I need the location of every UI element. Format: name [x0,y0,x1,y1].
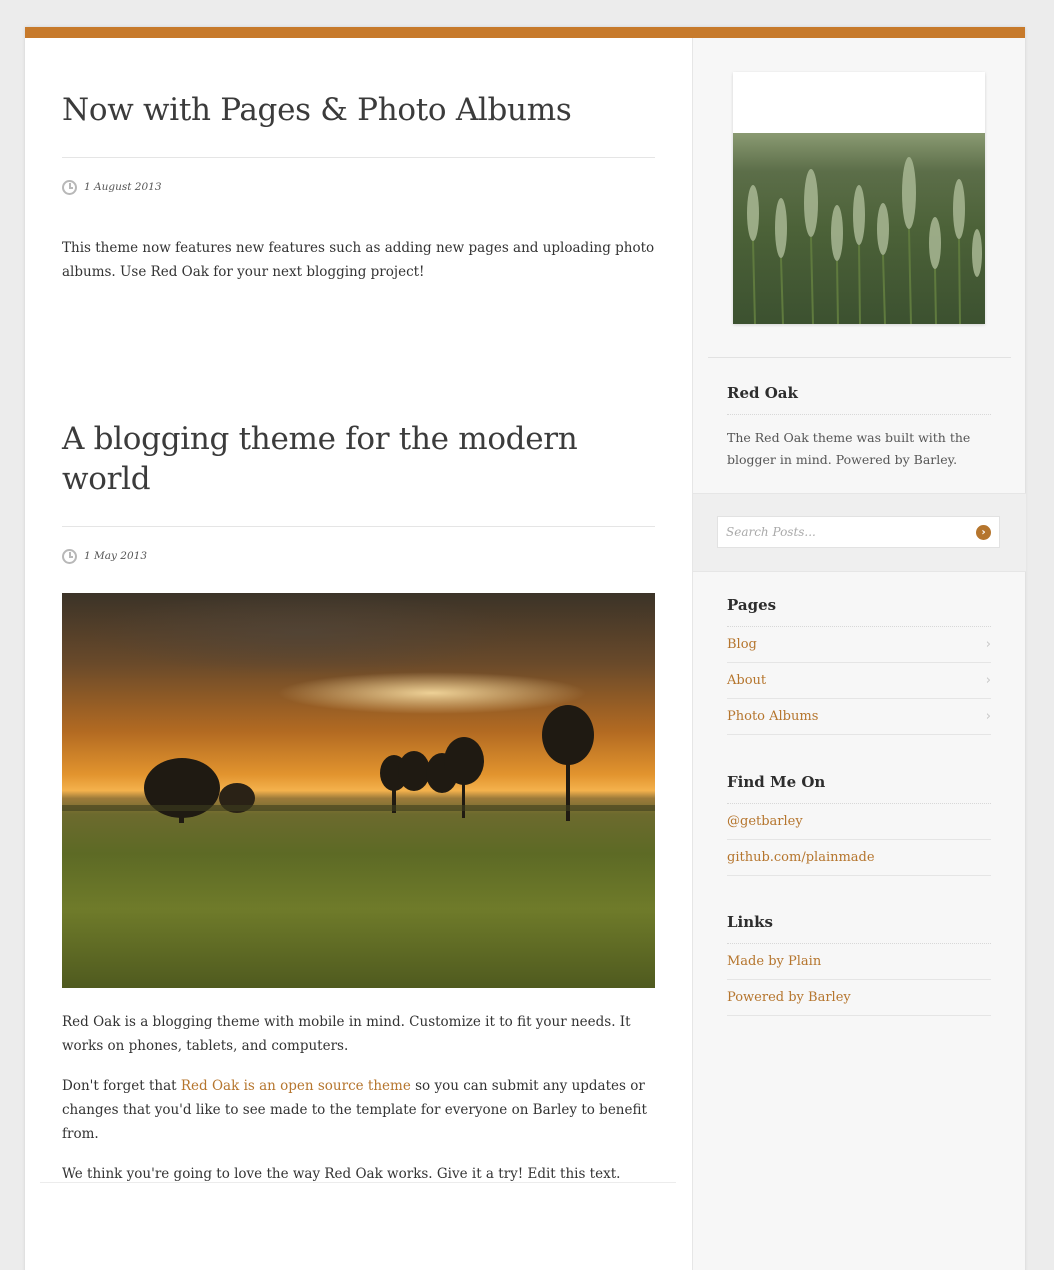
social-link-github[interactable]: github.com/plainmade [727,840,991,876]
post-paragraph: This theme now features new features suc… [62,240,655,280]
arrow-circle-icon[interactable]: › [976,524,991,540]
search-input[interactable]: Search Posts... › [717,516,1000,548]
post-meta: 1 May 2013 [62,547,655,565]
main-content: Now with Pages & Photo Albums 1 August 2… [25,38,692,1270]
divider [62,157,655,158]
sidebar-profile-image [733,72,985,324]
divider [40,1182,676,1183]
search-placeholder: Search Posts... [726,525,816,539]
widget-title: Find Me On [727,773,991,804]
page-link-about[interactable]: About › [727,663,991,699]
widget-title: Links [727,913,991,944]
pages-widget: Pages Blog › About › Photo Albums › [727,596,991,735]
page-frame: Now with Pages & Photo Albums 1 August 2… [25,27,1026,1270]
blog-post: Now with Pages & Photo Albums 1 August 2… [62,90,655,284]
link-label: github.com/plainmade [727,850,875,865]
link-label: Photo Albums [727,709,819,724]
text: Don't forget that [62,1078,181,1094]
sidebar: Red Oak The Red Oak theme was built with… [692,38,1026,1270]
search-area: Search Posts... › [693,493,1026,572]
links-widget: Links Made by Plain Powered by Barley [727,913,991,1016]
post-paragraph: Don't forget that Red Oak is an open sou… [62,1074,655,1146]
post-date: 1 May 2013 [84,550,148,562]
open-source-link[interactable]: Red Oak is an open source theme [181,1078,411,1094]
post-hero-image [62,593,655,988]
about-widget: Red Oak The Red Oak theme was built with… [727,384,991,471]
blog-post: A blogging theme for the modern world 1 … [62,419,655,1186]
divider [708,357,1011,358]
chevron-right-icon: › [985,709,991,724]
post-title[interactable]: Now with Pages & Photo Albums [62,90,655,130]
link-made-by-plain[interactable]: Made by Plain [727,944,991,980]
widget-title: Pages [727,596,991,627]
social-link-twitter[interactable]: @getbarley [727,804,991,840]
link-label: Made by Plain [727,954,822,969]
link-label: About [727,673,767,688]
link-label: Powered by Barley [727,990,851,1005]
post-body: Red Oak is a blogging theme with mobile … [62,1010,655,1186]
chevron-right-icon: › [985,637,991,652]
post-meta: 1 August 2013 [62,178,655,196]
link-label: @getbarley [727,814,803,829]
about-description: The Red Oak theme was built with the blo… [727,430,971,467]
chevron-right-icon: › [985,673,991,688]
link-label: Blog [727,637,757,652]
post-paragraph: Red Oak is a blogging theme with mobile … [62,1014,631,1054]
divider [62,526,655,527]
page-link-blog[interactable]: Blog › [727,627,991,663]
post-date: 1 August 2013 [84,181,162,193]
clock-icon [62,548,77,564]
link-powered-by-barley[interactable]: Powered by Barley [727,980,991,1016]
find-me-widget: Find Me On @getbarley github.com/plainma… [727,773,991,876]
clock-icon [62,179,77,195]
widget-title: Red Oak [727,384,991,415]
post-title[interactable]: A blogging theme for the modern world [62,419,655,499]
page-link-photo-albums[interactable]: Photo Albums › [727,699,991,735]
